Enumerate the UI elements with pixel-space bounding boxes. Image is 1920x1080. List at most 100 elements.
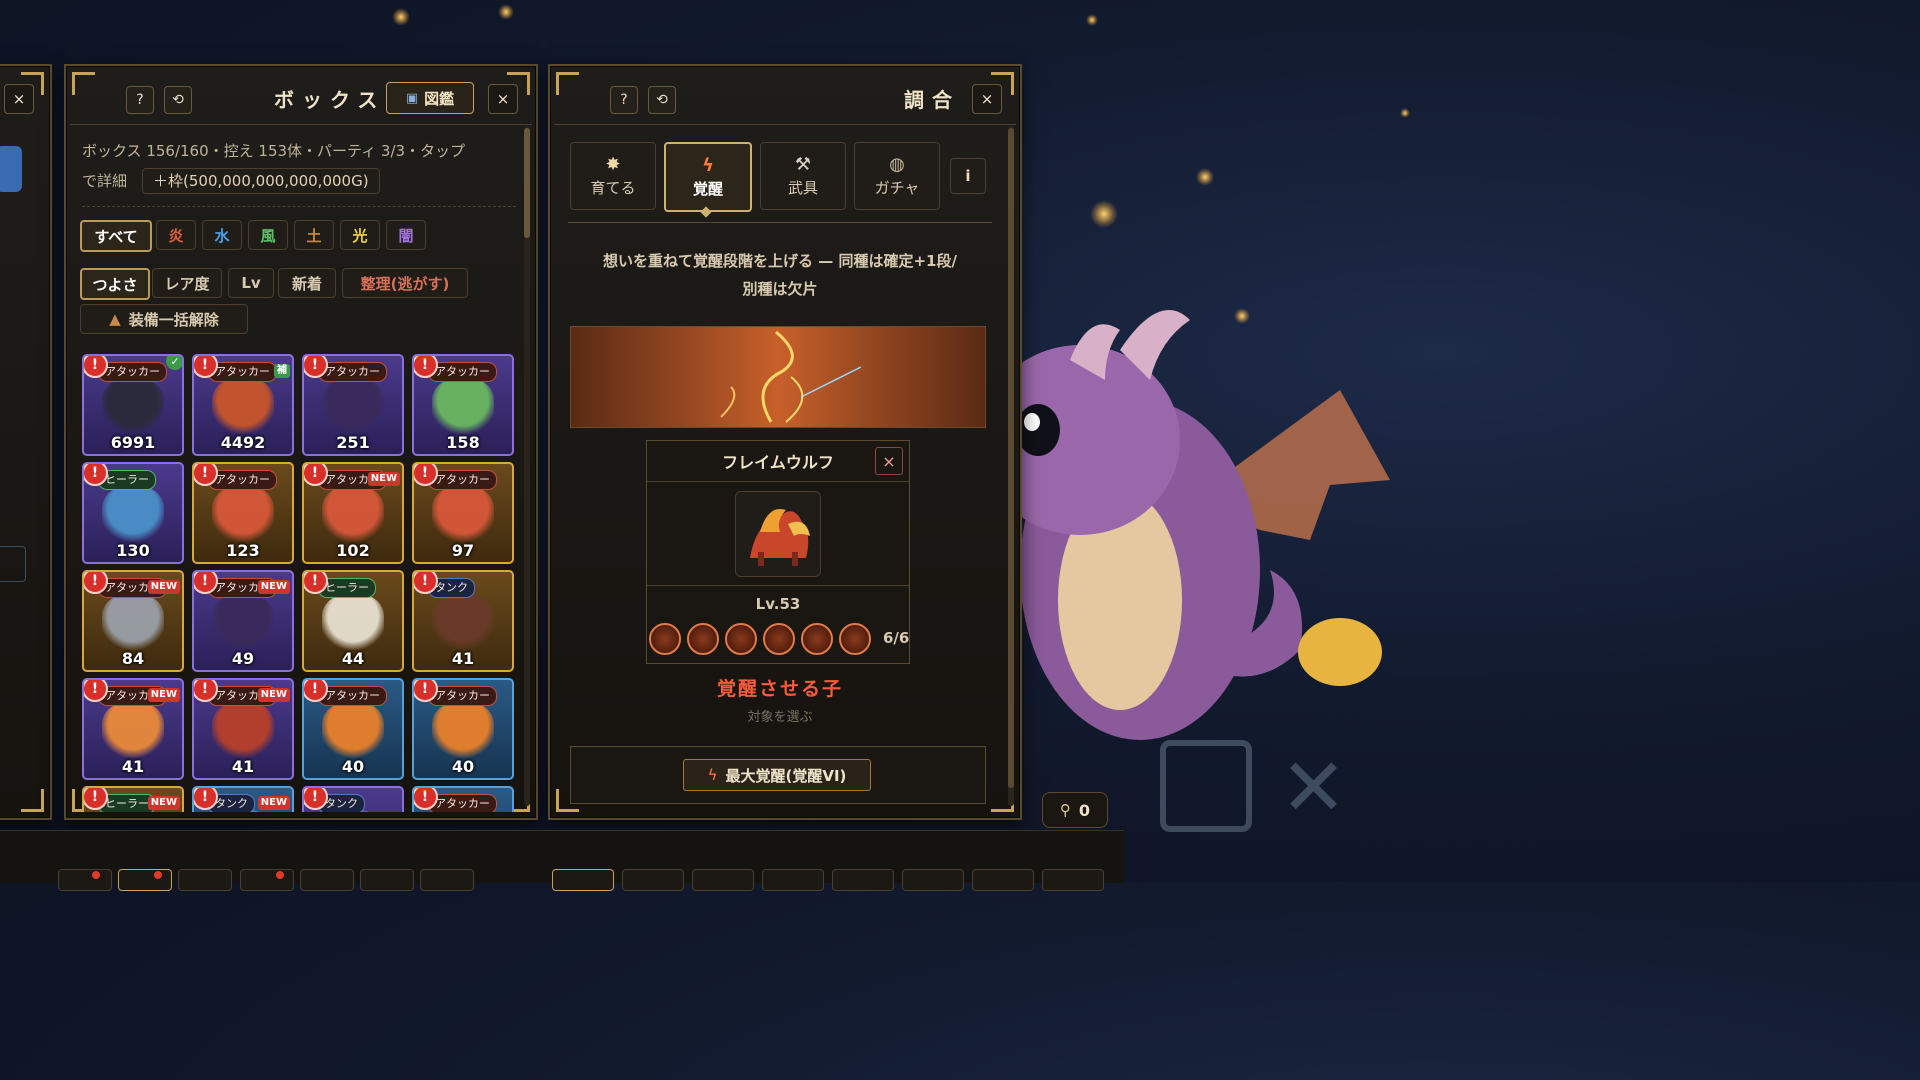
refresh-button[interactable]: ⟲ (164, 86, 192, 114)
max-awaken-label: 最大覚醒(覚醒VI) (725, 766, 847, 785)
deselect-button[interactable]: × (875, 447, 903, 475)
tab-raise[interactable]: ✸ 育てる (570, 142, 656, 210)
role-badge: アタッカー (98, 362, 167, 382)
monster-name: フレイムウルフ (722, 453, 834, 472)
craft-scrollbar[interactable] (1008, 126, 1014, 806)
new-badge: NEW (147, 688, 180, 702)
bottom-slot[interactable] (118, 869, 172, 891)
sort-newest[interactable]: 新着 (278, 268, 336, 298)
chevron-down-icon[interactable] (0, 146, 22, 192)
monster-card[interactable]: アタッカー! 251 (302, 354, 404, 456)
card-divider (647, 481, 909, 482)
filter-earth[interactable]: 土 (294, 220, 334, 250)
bottom-slot[interactable] (300, 869, 354, 891)
sort-rarity[interactable]: レア度 (152, 268, 222, 298)
monster-power: 4492 (220, 433, 266, 452)
monster-card[interactable]: アタッカー! 123 (192, 462, 294, 564)
dragon-pet[interactable] (1010, 270, 1430, 750)
monster-power: 123 (226, 541, 260, 560)
bag-icon: ▲ (109, 310, 121, 328)
bottom-slot[interactable] (420, 869, 474, 891)
filter-fire[interactable]: 炎 (156, 220, 196, 250)
bottom-slot[interactable] (622, 869, 684, 891)
monster-card[interactable]: アタッカー! 97 (412, 462, 514, 564)
monster-power: 41 (451, 649, 475, 668)
monster-card[interactable]: アタッカー! 158 (412, 354, 514, 456)
monster-card[interactable]: アタッカー補! 4492 (192, 354, 294, 456)
role-badge: アタッカー (318, 686, 387, 706)
monster-art (432, 594, 494, 650)
monster-card[interactable]: タンク! 41 (412, 570, 514, 672)
box-close-button[interactable]: × (488, 84, 518, 114)
monster-card[interactable]: アタッカー NEW! 84 (82, 570, 184, 672)
monster-power: 40 (451, 757, 475, 776)
bottom-slot[interactable] (240, 869, 294, 891)
monster-card[interactable]: ヒーラー! 130 (82, 462, 184, 564)
bottom-slot[interactable] (178, 869, 232, 891)
filter-dark[interactable]: 闇 (386, 220, 426, 250)
role-badge: アタッカー (428, 362, 497, 382)
refresh-button[interactable]: ⟲ (648, 86, 676, 114)
filter-light[interactable]: 光 (340, 220, 380, 250)
stub-field[interactable] (0, 546, 26, 582)
monster-art (102, 702, 164, 758)
monster-card[interactable]: アタッカー ✓! 6991 (82, 354, 184, 456)
bottom-slot[interactable] (972, 869, 1034, 891)
left-panel-close-button[interactable]: × (4, 84, 34, 114)
target-label[interactable]: 覚醒させる子 (550, 674, 1010, 701)
bottom-slot[interactable] (832, 869, 894, 891)
bottom-slot[interactable] (902, 869, 964, 891)
bottom-slot[interactable] (58, 869, 112, 891)
unequip-all-button[interactable]: ▲ 装備一括解除 (80, 304, 248, 334)
monster-card[interactable]: アタッカー! (412, 786, 514, 812)
monster-card[interactable]: アタッカー! 40 (302, 678, 404, 780)
new-badge: NEW (147, 580, 180, 594)
tab-gacha[interactable]: ◍ ガチャ (854, 142, 940, 210)
monster-card[interactable]: アタッカー NEW! 102 (302, 462, 404, 564)
bottom-slot[interactable] (552, 869, 614, 891)
info-button[interactable]: i (950, 158, 986, 194)
filter-label: すべて (94, 227, 138, 246)
role-badge: アタッカー (208, 470, 277, 490)
monster-art (212, 702, 274, 758)
monster-card[interactable]: アタッカー NEW! 49 (192, 570, 294, 672)
expand-slots-button[interactable]: ＋枠(500,000,000,000,000G) (142, 168, 380, 194)
filter-water[interactable]: 水 (202, 220, 242, 250)
monster-card[interactable]: アタッカー! 40 (412, 678, 514, 780)
monster-art (212, 594, 274, 650)
monster-card[interactable]: アタッカー NEW! 41 (82, 678, 184, 780)
filter-label: 水 (214, 226, 230, 245)
release-button[interactable]: 整理(逃がす) (342, 268, 468, 298)
craft-close-button[interactable]: × (972, 84, 1002, 114)
max-awaken-button[interactable]: ϟ 最大覚醒(覚醒VI) (683, 759, 871, 791)
monster-card[interactable]: タンク NEW! (192, 786, 294, 812)
monster-card[interactable]: ヒーラー NEW! (82, 786, 184, 812)
help-button[interactable]: ? (610, 86, 638, 114)
filter-label: 闇 (398, 226, 414, 245)
tab-gear[interactable]: ⚒ 武具 (760, 142, 846, 210)
sort-level[interactable]: Lv (228, 268, 274, 298)
bokeh-light (498, 4, 514, 20)
filter-wind[interactable]: 風 (248, 220, 288, 250)
new-badge: NEW (257, 580, 290, 594)
help-button[interactable]: ? (126, 86, 154, 114)
scrollbar-thumb[interactable] (1008, 128, 1014, 788)
sort-strength[interactable]: つよさ (80, 268, 150, 300)
bottom-slot[interactable] (762, 869, 824, 891)
tab-awaken[interactable]: ϟ 覚醒 (664, 142, 752, 212)
bottom-slot[interactable] (692, 869, 754, 891)
monster-card[interactable]: アタッカー NEW! 41 (192, 678, 294, 780)
awaken-orb (687, 623, 719, 655)
tools-icon: ⚒ (794, 154, 812, 175)
bottom-slot[interactable] (1042, 869, 1104, 891)
dex-button[interactable]: ▣ 図鑑 (386, 82, 474, 114)
monster-power: 158 (446, 433, 480, 452)
filter-all[interactable]: すべて (80, 220, 152, 252)
monster-card[interactable]: ヒーラー! 44 (302, 570, 404, 672)
key-counter[interactable]: ⚲ 0 (1042, 792, 1108, 828)
bottom-slot[interactable] (360, 869, 414, 891)
box-scrollbar[interactable] (524, 126, 530, 806)
scrollbar-thumb[interactable] (524, 128, 530, 238)
monster-card[interactable]: タンク! (302, 786, 404, 812)
monster-art (322, 594, 384, 650)
